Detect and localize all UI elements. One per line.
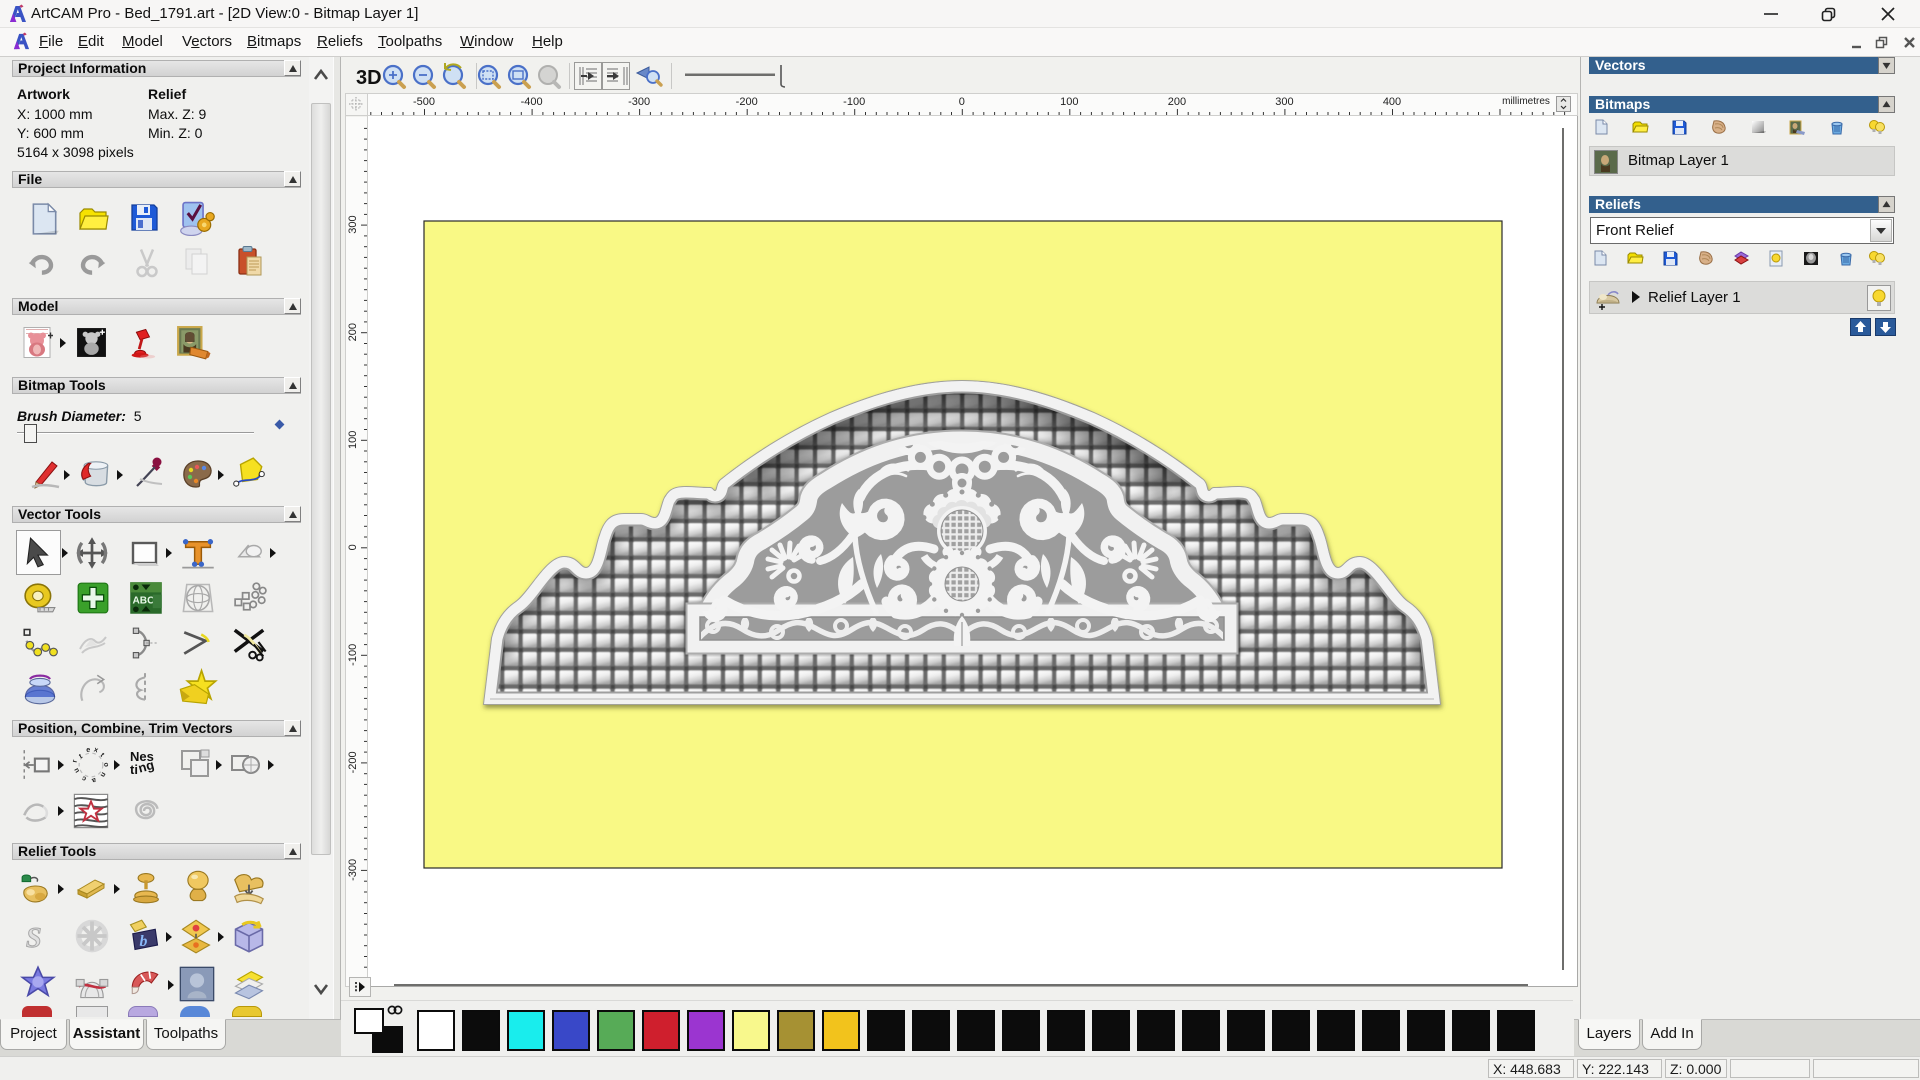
svg-text:a: a	[91, 776, 97, 784]
svg-text:b: b	[140, 933, 148, 950]
svg-text:S: S	[26, 923, 42, 954]
svg-text:3D: 3D	[356, 67, 382, 89]
svg-text:t: t	[78, 752, 85, 760]
svg-text:u: u	[72, 767, 81, 775]
svg-text:o: o	[102, 762, 110, 768]
svg-text:n: n	[99, 771, 108, 779]
svg-text:t: t	[99, 751, 107, 759]
svg-text:r: r	[72, 759, 79, 763]
svg-text:ABC: ABC	[133, 596, 156, 607]
svg-text:x: x	[93, 746, 99, 754]
svg-text:e: e	[86, 746, 90, 754]
svg-text:c: c	[81, 774, 87, 783]
